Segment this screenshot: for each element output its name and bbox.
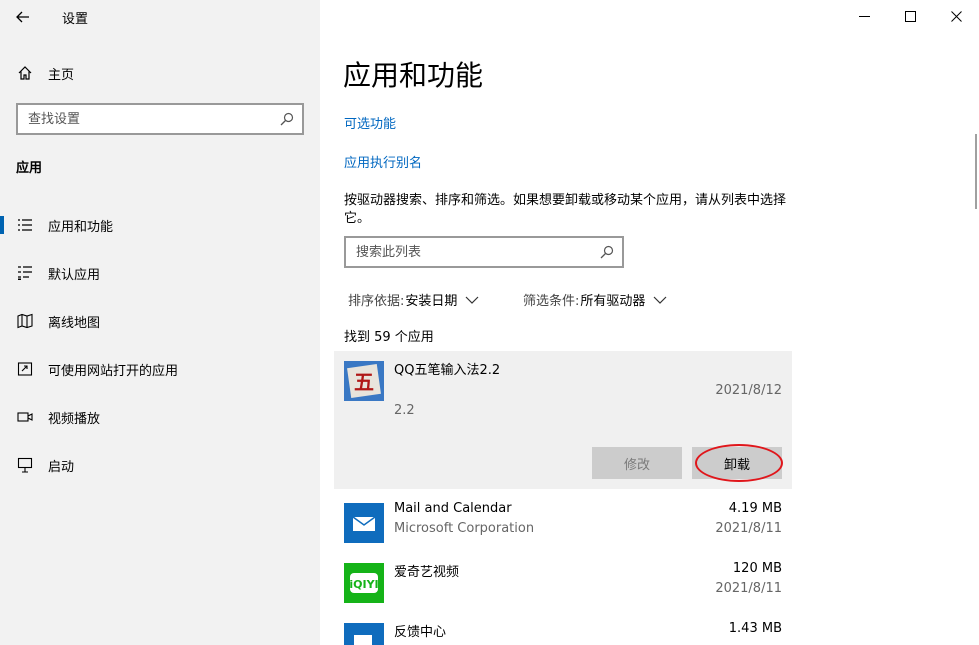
app-install-date: 2021/8/11 <box>715 581 782 596</box>
app-install-date: 2021/8/12 <box>715 383 782 398</box>
app-size: 4.19 MB <box>728 501 782 516</box>
app-list-item[interactable]: iQIYI 爱奇艺视频 120 MB 2021/8/11 <box>334 553 792 613</box>
maximize-button[interactable] <box>887 0 933 32</box>
sort-value: 安装日期 <box>405 294 458 309</box>
sidebar-item-label: 启动 <box>48 459 75 475</box>
chevron-down-icon <box>465 296 479 304</box>
list-search-box <box>344 236 624 268</box>
filter-dropdown[interactable]: 筛选条件: 所有驱动器 <box>523 290 667 309</box>
close-button[interactable] <box>933 0 979 32</box>
home-icon <box>16 64 34 82</box>
maximize-icon <box>904 10 916 22</box>
back-button[interactable] <box>6 2 40 32</box>
sidebar-item-label: 可使用网站打开的应用 <box>48 363 179 379</box>
sidebar-section-heading: 应用 <box>16 161 43 176</box>
window-title: 设置 <box>62 12 89 27</box>
app-count: 找到 59 个应用 <box>344 330 434 345</box>
sort-label: 排序依据: <box>348 294 405 309</box>
sidebar-item-offline-maps[interactable]: 离线地图 <box>0 301 320 341</box>
settings-search-input[interactable] <box>18 105 268 133</box>
sidebar-item-label: 离线地图 <box>48 315 101 331</box>
description-text: 按驱动器搜索、排序和筛选。如果想要卸载或移动某个应用，请从列表中选择它。 <box>344 193 787 226</box>
iqiyi-app-icon: iQIYI <box>344 563 384 603</box>
app-list-item[interactable]: 反馈中心 1.43 MB <box>334 613 792 645</box>
sidebar-item-label: 视频播放 <box>48 411 101 427</box>
list-icon <box>16 216 34 234</box>
close-icon <box>950 10 962 22</box>
settings-search-box <box>16 103 304 135</box>
qq-wubi-app-icon: 五 <box>344 361 384 401</box>
open-with-web-icon <box>16 360 34 378</box>
chevron-down-icon <box>653 296 667 304</box>
active-indicator <box>0 216 4 234</box>
app-name: 爱奇艺视频 <box>394 565 460 580</box>
sidebar-item-label: 默认应用 <box>48 267 101 283</box>
app-name: Mail and Calendar <box>394 501 512 516</box>
sidebar-item-apps-for-websites[interactable]: 可使用网站打开的应用 <box>0 349 320 389</box>
sidebar-item-default-apps[interactable]: 默认应用 <box>0 253 320 293</box>
uninstall-button[interactable]: 卸载 <box>692 447 782 479</box>
sidebar-item-apps-features[interactable]: 应用和功能 <box>0 205 320 245</box>
qq-wubi-glyph: 五 <box>354 370 374 394</box>
app-size: 120 MB <box>732 561 782 576</box>
page-title: 应用和功能 <box>343 59 484 92</box>
video-icon <box>16 408 34 426</box>
back-arrow-icon <box>16 11 29 23</box>
sidebar-item-home[interactable]: 主页 <box>0 53 320 93</box>
app-install-date: 2021/8/11 <box>715 521 782 536</box>
iqiyi-logo-text: iQIYI <box>349 578 378 591</box>
mail-app-icon <box>344 503 384 543</box>
minimize-button[interactable] <box>841 0 887 32</box>
search-icon[interactable] <box>280 112 294 126</box>
filter-label: 筛选条件: <box>523 294 580 309</box>
minimize-icon <box>858 15 870 17</box>
sidebar-item-startup[interactable]: 启动 <box>0 445 320 485</box>
filter-value: 所有驱动器 <box>580 294 646 309</box>
sort-dropdown[interactable]: 排序依据: 安装日期 <box>348 290 479 309</box>
sidebar-item-video-playback[interactable]: 视频播放 <box>0 397 320 437</box>
list-search-input[interactable] <box>346 238 586 266</box>
optional-features-link[interactable]: 可选功能 <box>344 113 396 132</box>
app-size: 1.43 MB <box>728 621 782 636</box>
sidebar: 设置 主页 应用 应用和功能 默认应用 离线地图 可使用网站打开的应用 <box>0 0 320 645</box>
default-apps-icon <box>16 264 34 282</box>
app-execution-alias-link[interactable]: 应用执行别名 <box>344 152 422 171</box>
sidebar-home-label: 主页 <box>48 67 75 83</box>
startup-icon <box>16 456 34 474</box>
search-icon[interactable] <box>600 245 614 259</box>
map-icon <box>16 312 34 330</box>
app-name: 反馈中心 <box>394 625 447 640</box>
app-name: QQ五笔输入法2.2 <box>394 363 501 378</box>
app-list-item[interactable]: Mail and Calendar Microsoft Corporation … <box>334 493 792 553</box>
feedback-hub-app-icon <box>344 623 384 645</box>
app-version: 2.2 <box>394 403 415 418</box>
scrollbar-thumb[interactable] <box>975 134 977 209</box>
app-publisher: Microsoft Corporation <box>394 521 535 536</box>
sidebar-item-label: 应用和功能 <box>48 219 114 235</box>
modify-button: 修改 <box>592 447 682 479</box>
